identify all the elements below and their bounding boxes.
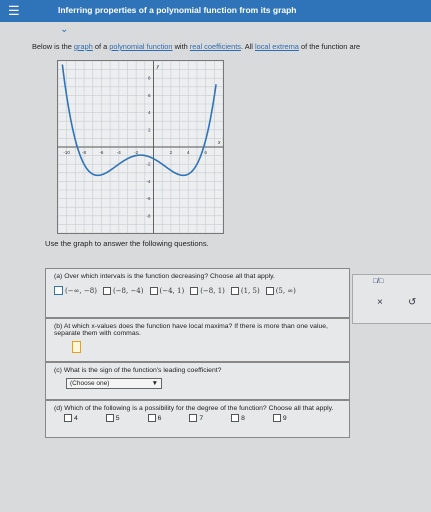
checkbox[interactable] — [189, 414, 198, 422]
option-label: 5 — [115, 414, 120, 422]
intro-mid2: with — [172, 42, 190, 51]
clear-icon[interactable]: × — [377, 297, 383, 308]
question-c-text: (c) What is the sign of the function's l… — [54, 367, 222, 374]
option-label: 7 — [199, 414, 204, 422]
checkbox[interactable] — [102, 286, 111, 295]
answer-tools-panel: □/□ × ↺ — [352, 274, 431, 324]
intro-mid1: of a — [92, 42, 110, 51]
x-tick-label: -8 — [82, 150, 86, 155]
x-tick-label: -6 — [99, 150, 103, 155]
option-label: (5, ∞) — [275, 286, 296, 295]
fraction-icon[interactable]: □/□ — [373, 278, 383, 285]
graph-link[interactable]: graph — [74, 42, 93, 51]
option-a-3[interactable]: (−4, 1) — [149, 286, 185, 295]
intro-suffix: of the function are — [298, 42, 361, 51]
x-tick-label: 6 — [204, 150, 207, 155]
option-label: (−4, 1) — [159, 286, 185, 295]
question-b: (b) At which x-values does the function … — [45, 318, 350, 362]
local-maxima-input[interactable] — [72, 341, 81, 353]
option-a-4[interactable]: (−8, 1) — [190, 286, 225, 295]
leading-coefficient-select[interactable]: (Choose one) ▼ — [66, 378, 162, 389]
question-b-text: (b) At which x-values does the function … — [54, 323, 328, 337]
checkbox[interactable] — [54, 286, 63, 295]
local-extrema-link[interactable]: local extrema — [255, 42, 299, 51]
polynomial-curve — [61, 64, 217, 177]
option-label: 9 — [282, 414, 287, 422]
page-title: Inferring properties of a polynomial fun… — [58, 5, 297, 15]
option-d-4[interactable]: 7 — [189, 414, 203, 422]
option-a-6[interactable]: (5, ∞) — [265, 286, 296, 295]
question-d: (d) Which of the following is a possibil… — [45, 400, 350, 438]
option-d-6[interactable]: 9 — [272, 414, 287, 422]
option-d-1[interactable]: 4 — [64, 414, 78, 422]
x-tick-label: -10 — [63, 150, 70, 155]
option-label: 4 — [74, 414, 78, 422]
chevron-down-icon[interactable]: ⌄ — [60, 24, 68, 35]
intro-prefix: Below is the — [32, 42, 74, 51]
x-tick-label: 4 — [187, 150, 190, 155]
caret-down-icon: ▼ — [151, 380, 158, 387]
option-label: (−∞, −8) — [65, 286, 97, 295]
y-tick-label: -2 — [147, 162, 151, 167]
polynomial-graph: -10 -8 -6 -4 -2 2 4 6 8 6 4 2 -2 -4 -6 -8 x y — [57, 60, 224, 234]
undo-icon[interactable]: ↺ — [408, 297, 416, 308]
option-d-2[interactable]: 5 — [105, 414, 120, 422]
graph-svg: -10 -8 -6 -4 -2 2 4 68642-2-4-6-8xy — [57, 60, 224, 234]
x-axis-label: x — [217, 140, 221, 146]
question-a: (a) Over which intervals is the function… — [45, 268, 350, 318]
question-a-options: (−∞, −8) (−8, −4) (−4, 1) (−8, 1) (1, 5)… — [54, 286, 341, 295]
option-label: 6 — [157, 414, 162, 422]
intro-text: Below is the graph of a polynomial funct… — [32, 42, 431, 51]
option-a-1[interactable]: (−∞, −8) — [54, 286, 97, 295]
y-tick-label: -4 — [147, 179, 151, 184]
question-d-options: 4 5 6 7 8 9 — [64, 414, 341, 422]
checkbox[interactable] — [147, 414, 156, 422]
checkbox[interactable] — [105, 414, 114, 422]
checkbox[interactable] — [64, 414, 72, 422]
top-bar: ☰ Inferring properties of a polynomial f… — [0, 0, 431, 22]
x-tick-label: -4 — [117, 150, 121, 155]
real-coefficients-link[interactable]: real coefficients — [190, 42, 241, 51]
y-axis-label: y — [156, 64, 160, 70]
x-tick-label: -2 — [134, 150, 138, 155]
select-value: (Choose one) — [70, 380, 110, 387]
y-tick-label: -6 — [147, 196, 151, 201]
option-label: 8 — [241, 414, 245, 422]
hamburger-menu-icon[interactable]: ☰ — [8, 3, 20, 19]
checkbox[interactable] — [231, 414, 240, 422]
option-a-5[interactable]: (1, 5) — [230, 286, 260, 295]
checkbox[interactable] — [272, 414, 281, 422]
y-tick-label: -8 — [147, 213, 151, 218]
question-c: (c) What is the sign of the function's l… — [45, 362, 350, 400]
use-graph-text: Use the graph to answer the following qu… — [45, 239, 209, 248]
x-tick-label: 2 — [170, 150, 173, 155]
option-label: (1, 5) — [240, 286, 260, 295]
intro-mid3: . All — [241, 42, 255, 51]
checkbox[interactable] — [265, 286, 274, 295]
option-label: (−8, 1) — [200, 286, 225, 295]
option-label: (−8, −4) — [112, 286, 144, 295]
option-d-3[interactable]: 6 — [147, 414, 162, 422]
question-d-text: (d) Which of the following is a possibil… — [54, 405, 334, 412]
checkbox[interactable] — [230, 286, 239, 295]
checkbox[interactable] — [190, 286, 199, 295]
checkbox[interactable] — [149, 286, 158, 295]
question-a-text: (a) Over which intervals is the function… — [54, 273, 275, 280]
option-a-2[interactable]: (−8, −4) — [102, 286, 144, 295]
polynomial-function-link[interactable]: polynomial function — [109, 42, 172, 51]
option-d-5[interactable]: 8 — [231, 414, 245, 422]
